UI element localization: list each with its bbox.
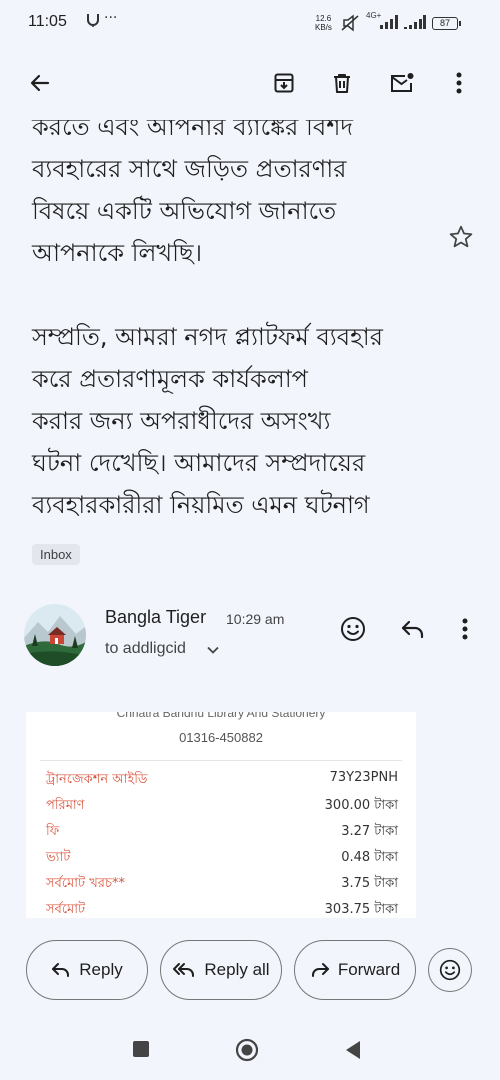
- back-triangle-icon: [346, 1041, 360, 1059]
- receipt-divider: [40, 760, 402, 761]
- receipt-row: পরিমাণ 300.00 টাকা: [46, 796, 398, 822]
- recents-button[interactable]: [132, 1040, 150, 1062]
- reply-all-icon: [173, 963, 195, 977]
- reply-label: Reply: [79, 960, 123, 979]
- receipt-row: সর্বমোট খরচ** 3.75 টাকা: [46, 874, 398, 900]
- body-line: ঘটনা দেখেছি। আমাদের সম্প্রদায়ের: [32, 449, 366, 477]
- reply-all-label: Reply all: [204, 960, 270, 979]
- receipt-value: 3.27 টাকা: [341, 824, 398, 839]
- speed-value: 12.6: [315, 14, 332, 23]
- body-line: করে প্রতারণামূলক কার্যকলাপ: [32, 365, 308, 393]
- emoji-icon: [341, 617, 365, 641]
- sender-name[interactable]: Bangla Tiger: [105, 607, 206, 628]
- delete-button[interactable]: [324, 65, 360, 101]
- paragraph-1: করতে এবং আপনার ব্যাঙ্কের বিশদ ব্যবহারের …: [32, 120, 452, 274]
- app-notification-icon: [86, 12, 100, 32]
- receipt-label: পরিমাণ: [46, 798, 85, 813]
- avatar[interactable]: [24, 604, 86, 666]
- paragraph-2: সম্প্রতি, আমরা নগদ প্ল্যাটফর্ম ব্যবহার ক…: [32, 316, 452, 526]
- add-reaction-button[interactable]: [338, 614, 368, 644]
- emoji-icon: [439, 959, 461, 981]
- more-notifications-icon: ···: [104, 10, 118, 26]
- receipt-label: সর্বমোট খরচ**: [46, 876, 125, 891]
- recipient-line[interactable]: to addligcid: [105, 640, 186, 658]
- sent-time: 10:29 am: [226, 611, 285, 627]
- forward-button[interactable]: Forward: [294, 940, 416, 1000]
- receipt-row: ভ্যাট 0.48 টাকা: [46, 848, 398, 874]
- recents-icon: [133, 1041, 149, 1057]
- mute-icon: [340, 14, 360, 36]
- star-icon: [449, 225, 473, 248]
- receipt-value: 303.75 টাকা: [324, 902, 398, 917]
- receipt-merchant: Chhatra Bandhu Library And Stationery: [116, 712, 326, 720]
- back-button[interactable]: [22, 65, 58, 101]
- reply-all-button[interactable]: Reply all: [160, 940, 282, 1000]
- signal-icon: [380, 15, 398, 33]
- back-nav-button[interactable]: [344, 1040, 362, 1064]
- body-line: বিষয়ে একটি অভিযোগ জানাতে: [32, 197, 337, 225]
- forward-label: Forward: [337, 960, 401, 979]
- mark-unread-icon: [391, 73, 414, 92]
- receipt-label: ট্রানজেকশন আইডি: [46, 772, 148, 787]
- back-arrow-icon: [30, 74, 50, 92]
- status-bar: 11:05 ··· 12.6 KB/s 4G+ 87: [0, 0, 500, 50]
- message-more-button[interactable]: [450, 614, 480, 644]
- archive-icon: [274, 73, 294, 93]
- more-options-button[interactable]: [441, 65, 477, 101]
- home-button[interactable]: [235, 1038, 259, 1066]
- reply-icon: [52, 963, 70, 977]
- receipt-row: ট্রানজেকশন আইডি 73Y23PNH: [46, 770, 398, 796]
- star-button[interactable]: [448, 224, 474, 254]
- battery-indicator: 87: [432, 17, 461, 30]
- more-vert-icon: [456, 72, 462, 94]
- receipt-value: 300.00 টাকা: [324, 798, 398, 813]
- speed-unit: KB/s: [315, 23, 332, 32]
- receipt-value: 73Y23PNH: [329, 770, 398, 785]
- receipt-row: ফি 3.27 টাকা: [46, 822, 398, 848]
- body-line: করার জন্য অপরাধীদের অসংখ্য: [32, 407, 331, 435]
- status-time: 11:05: [28, 13, 67, 30]
- chevron-down-icon[interactable]: [206, 642, 220, 661]
- receipt-value: 0.48 টাকা: [341, 850, 398, 865]
- email-body: করতে এবং আপনার ব্যাঙ্কের বিশদ ব্যবহারের …: [32, 120, 452, 526]
- receipt-phone: 01316-450882: [179, 730, 263, 745]
- reply-quick-button[interactable]: [398, 614, 428, 644]
- archive-button[interactable]: [266, 65, 302, 101]
- more-vert-icon: [462, 618, 468, 640]
- trash-icon: [334, 74, 350, 93]
- reply-icon: [401, 620, 424, 639]
- receipt-label: ফি: [46, 824, 60, 839]
- signal-icon-2: [404, 15, 426, 33]
- reply-button[interactable]: Reply: [26, 940, 148, 1000]
- email-toolbar: [0, 55, 500, 111]
- body-line: ব্যবহারকারীরা নিয়মিত এমন ঘটনাগ: [32, 491, 370, 519]
- receipt-label: সর্বমোট: [46, 902, 86, 917]
- receipt-value: 3.75 টাকা: [341, 876, 398, 891]
- react-button[interactable]: [428, 948, 472, 992]
- body-line: করতে এবং আপনার ব্যাঙ্কের বিশদ: [32, 120, 354, 141]
- home-icon: [235, 1038, 259, 1062]
- network-speed: 12.6 KB/s: [315, 14, 332, 32]
- body-line: ব্যবহারের সাথে জড়িত প্রতারণার: [32, 155, 347, 183]
- inbox-label-chip[interactable]: Inbox: [32, 544, 80, 565]
- mark-unread-button[interactable]: [384, 65, 420, 101]
- receipt-row: সর্বমোট 303.75 টাকা: [46, 900, 398, 918]
- receipt-label: ভ্যাট: [46, 850, 71, 865]
- body-line: আপনাকে লিখছি।: [32, 239, 203, 267]
- forward-icon: [311, 963, 329, 977]
- email-body-viewport[interactable]: করতে এবং আপনার ব্যাঙ্কের বিশদ ব্যবহারের …: [0, 120, 500, 540]
- body-line: সম্প্রতি, আমরা নগদ প্ল্যাটফর্ম ব্যবহার: [32, 323, 383, 351]
- receipt-image[interactable]: Chhatra Bandhu Library And Stationery 01…: [26, 712, 416, 918]
- system-nav-bar: [0, 1020, 500, 1080]
